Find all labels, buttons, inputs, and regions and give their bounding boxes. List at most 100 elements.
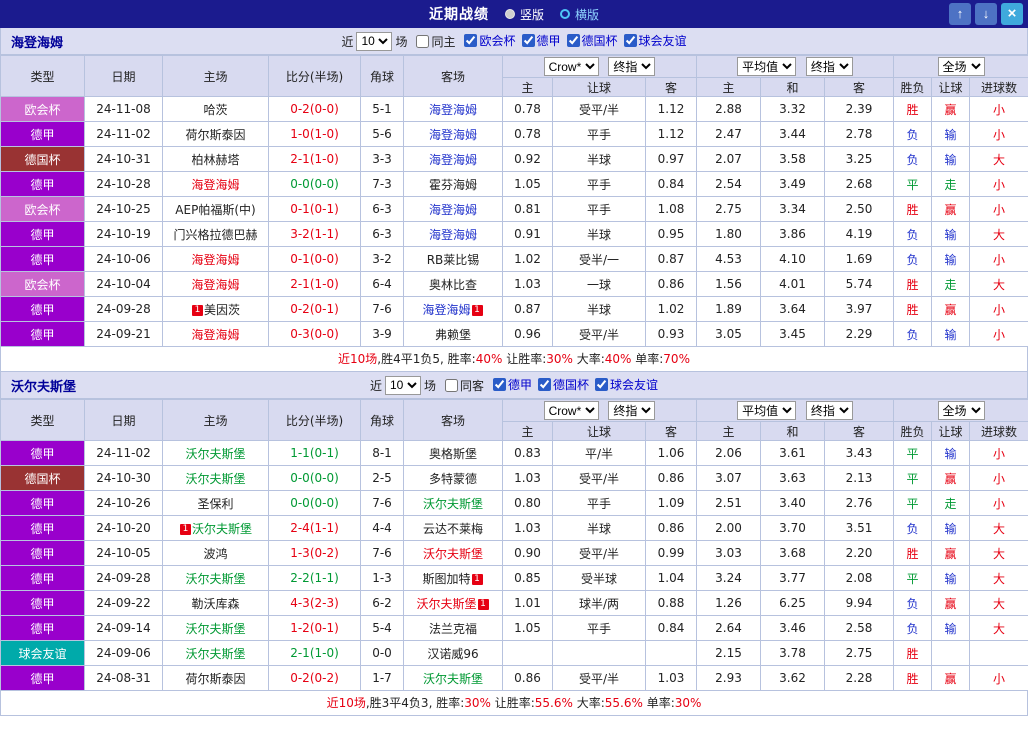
away-team[interactable]: 海登海姆 [429,228,477,242]
away-team[interactable]: 沃尔夫斯堡 [423,497,483,511]
home-team[interactable]: 美因茨 [204,303,240,317]
home-team-cell: 沃尔夫斯堡 [162,640,269,666]
corners: 8-1 [360,440,404,466]
home-team[interactable]: 勒沃库森 [191,597,239,611]
league-filter-checkbox[interactable] [464,34,478,47]
recent-count-select[interactable]: 10 [384,375,421,395]
league-filter-checkbox[interactable] [538,378,552,391]
summary-segment: 55.6% [604,696,643,710]
fulltime-select[interactable]: 全场 [937,57,985,76]
home-team[interactable]: 门兴格拉德巴赫 [173,228,257,242]
home-team[interactable]: 沃尔夫斯堡 [185,572,245,586]
home-team[interactable]: 海登海姆 [191,178,239,192]
away-team[interactable]: RB莱比锡 [427,253,480,267]
home-team[interactable]: 海登海姆 [191,328,239,342]
same-venue-checkbox[interactable] [444,378,458,392]
home-team[interactable]: 海登海姆 [191,253,239,267]
away-team[interactable]: 海登海姆 [429,103,477,117]
match-date: 24-09-28 [84,296,163,322]
league-filter-item[interactable]: 德甲 [516,32,561,49]
g-result: 小 [969,440,1028,466]
away-team[interactable]: 斯图加特 [422,572,470,586]
home-team-cell: 海登海姆 [162,246,269,272]
average-select[interactable]: 平均值 [737,57,797,76]
away-team[interactable]: 海登海姆 [429,153,477,167]
match-row: 球会友谊 24-09-06 沃尔夫斯堡 2-1(1-0) 0-0 汉诺威96 2.15 3.7… [0,640,1028,666]
league-filter-item[interactable]: 德国杯 [561,32,618,49]
scroll-down-button[interactable]: ↓ [975,3,997,25]
league-filter-checkbox[interactable] [566,34,580,47]
home-team[interactable]: 沃尔夫斯堡 [185,647,245,661]
odds-e-draw: 3.44 [760,121,825,147]
away-team[interactable]: 海登海姆 [422,303,470,317]
away-team[interactable]: 弗赖堡 [435,328,471,342]
fulltime-select[interactable]: 全场 [937,401,985,420]
away-team-cell: 沃尔夫斯堡 [403,490,503,516]
average-time-select[interactable]: 终指 [805,57,853,76]
h-result: 输 [931,565,971,591]
league-filter-item[interactable]: 欧会杯 [458,32,516,49]
home-team[interactable]: 柏林赫塔 [191,153,239,167]
away-team[interactable]: 霍芬海姆 [429,178,477,192]
summary-segment: 40% [475,352,503,366]
league-filter-item[interactable]: 德国杯 [532,376,589,393]
away-team-cell: 沃尔夫斯堡 [403,540,503,566]
close-button[interactable]: × [1001,3,1023,25]
summary-segment: ,胜3平4负3, 胜率: [365,696,465,710]
match-score: 0-2(0-2) [268,665,361,691]
league-filter-item[interactable]: 球会友谊 [589,376,658,393]
odds-h-home: 0.81 [502,196,553,222]
league-filter-checkbox[interactable] [595,378,609,391]
league-filter-item[interactable]: 球会友谊 [618,32,687,49]
away-team[interactable]: 海登海姆 [429,128,477,142]
bookmaker-time-select[interactable]: 终指 [608,57,656,76]
average-time-select[interactable]: 终指 [805,401,853,420]
bookmaker-select[interactable]: Crow* [543,401,599,420]
home-team[interactable]: AEP帕福斯(中) [175,203,255,217]
bookmaker-select[interactable]: Crow* [543,57,599,76]
same-venue-checkbox-wrap[interactable]: 同主 [410,33,455,50]
odds-e-away: 4.19 [823,221,895,247]
away-team[interactable]: 多特蒙德 [429,472,477,486]
home-team[interactable]: 海登海姆 [191,278,239,292]
league-filter-item[interactable]: 德甲 [487,376,532,393]
recent-count-select[interactable]: 10 [356,31,393,51]
scroll-up-button[interactable]: ↑ [949,3,971,25]
home-team[interactable]: 荷尔斯泰因 [185,672,245,686]
odds-h-away: 0.84 [645,615,697,641]
away-team[interactable]: 奥林比查 [429,278,477,292]
away-team[interactable]: 汉诺威96 [427,647,478,661]
summary-line: 近10场,胜4平1负5, 胜率:40% 让胜率:30% 大率:40% 单率:70… [0,347,1028,372]
home-team[interactable]: 沃尔夫斯堡 [185,622,245,636]
league-filter-checkbox[interactable] [521,34,535,47]
same-venue-checkbox-wrap[interactable]: 同客 [439,377,484,394]
home-team[interactable]: 沃尔夫斯堡 [185,472,245,486]
home-team[interactable]: 荷尔斯泰因 [185,128,245,142]
away-team[interactable]: 沃尔夫斯堡 [423,672,483,686]
away-team[interactable]: 法兰克福 [429,622,477,636]
average-select[interactable]: 平均值 [737,401,797,420]
layout-radio-vertical[interactable]: 竖版 [504,6,544,23]
home-team[interactable]: 沃尔夫斯堡 [185,447,245,461]
away-team[interactable]: 沃尔夫斯堡 [423,547,483,561]
home-team[interactable]: 哈茨 [203,103,227,117]
away-team[interactable]: 云达不莱梅 [423,522,483,536]
home-team[interactable]: 圣保利 [197,497,233,511]
odds-e-draw: 3.46 [760,615,825,641]
away-team[interactable]: 海登海姆 [429,203,477,217]
radio-selected-icon [504,9,515,19]
odds-h-line: 受平/半 [552,465,646,491]
league-filter-checkbox[interactable] [623,34,637,47]
away-team[interactable]: 奥格斯堡 [429,447,477,461]
league-filter-checkbox[interactable] [493,378,506,391]
subcol-handicap-line: 让球 [552,77,646,97]
away-team[interactable]: 沃尔夫斯堡 [416,597,476,611]
odds-h-home: 0.78 [502,121,553,147]
same-venue-checkbox[interactable] [416,34,430,48]
g-result: 小 [969,96,1028,122]
layout-radio-horizontal[interactable]: 横版 [560,6,599,23]
bookmaker-time-select[interactable]: 终指 [608,401,656,420]
home-team[interactable]: 沃尔夫斯堡 [192,522,252,536]
home-team[interactable]: 波鸿 [203,547,227,561]
subcol-goals-result: 进球数 [969,77,1028,97]
